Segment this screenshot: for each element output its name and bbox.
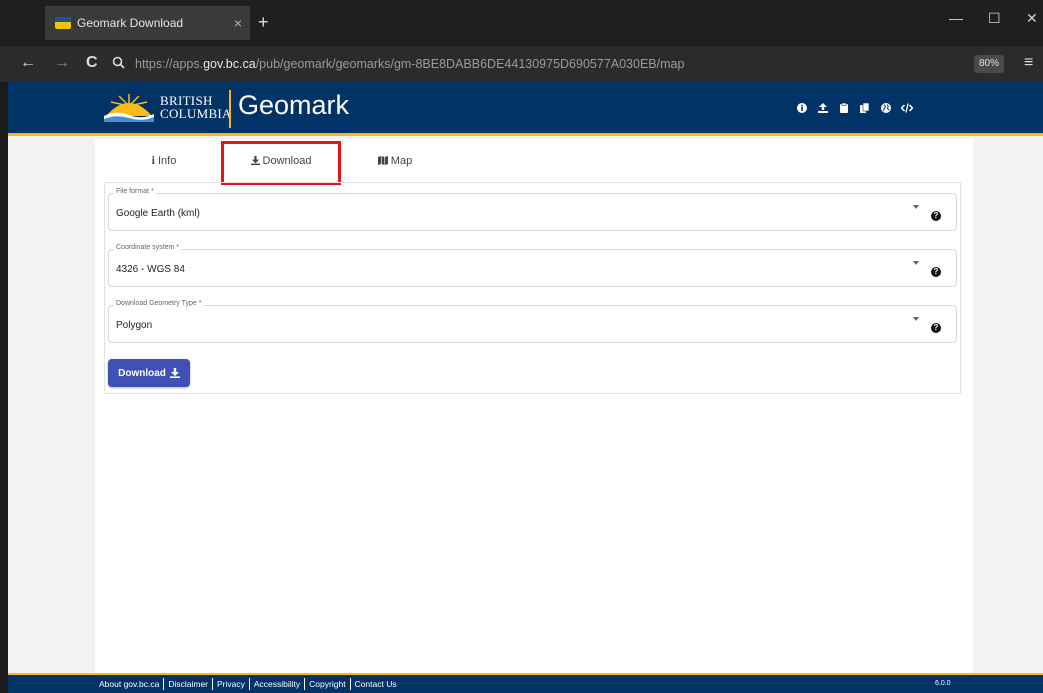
help-icon[interactable]: ? bbox=[931, 267, 941, 277]
help-icon[interactable]: ? bbox=[931, 323, 941, 333]
browser-tab[interactable]: Geomark Download × bbox=[45, 6, 250, 40]
footer-link-disclaimer[interactable]: Disclaimer bbox=[164, 679, 212, 689]
url-path: /pub/geomark/geomarks/gm-8BE8DABB6DE4413… bbox=[255, 57, 685, 71]
upload-icon[interactable] bbox=[812, 101, 833, 115]
info-circle-icon[interactable] bbox=[791, 101, 812, 115]
chevron-down-icon[interactable] bbox=[913, 317, 919, 321]
address-bar[interactable]: https://apps.gov.bc.ca/pub/geomark/geoma… bbox=[112, 52, 957, 76]
url-prefix: https://apps. bbox=[135, 57, 204, 71]
header-divider bbox=[229, 90, 231, 128]
close-window-button[interactable]: ✕ bbox=[1026, 10, 1038, 27]
coordinate-system-label: Coordinate system * bbox=[114, 244, 182, 251]
footer-link-copyright[interactable]: Copyright bbox=[305, 679, 349, 689]
tab-info-label: Info bbox=[157, 154, 177, 167]
footer-link-privacy[interactable]: Privacy bbox=[213, 679, 249, 689]
tab-info[interactable]: i Info bbox=[139, 139, 189, 182]
globe-icon[interactable] bbox=[875, 101, 896, 115]
site-header: BRITISH COLUMBIA Geomark bbox=[8, 82, 1043, 136]
site-footer: About gov.bc.ca Disclaimer Privacy Acces… bbox=[8, 673, 1043, 693]
org-line-2: COLUMBIA bbox=[160, 106, 232, 121]
clipboard-icon[interactable] bbox=[833, 101, 854, 115]
main-content: i Info Download Map File format * Google… bbox=[95, 139, 973, 673]
url-text: https://apps.gov.bc.ca/pub/geomark/geoma… bbox=[135, 57, 684, 71]
copy-icon[interactable] bbox=[854, 101, 875, 115]
file-format-select[interactable]: File format * Google Earth (kml) ? bbox=[108, 188, 957, 231]
new-tab-button[interactable]: + bbox=[258, 12, 269, 33]
tab-map[interactable]: Map bbox=[365, 139, 425, 182]
footer-link-accessibility[interactable]: Accessibility bbox=[250, 679, 304, 689]
url-domain: gov.bc.ca bbox=[203, 57, 256, 71]
section-tabs: i Info Download Map bbox=[95, 139, 973, 185]
file-format-label: File format * bbox=[114, 188, 156, 195]
back-button[interactable]: ← bbox=[20, 54, 36, 72]
header-toolbar bbox=[791, 101, 917, 115]
download-tab-highlight-box bbox=[221, 141, 341, 185]
geometry-type-value: Polygon bbox=[116, 320, 153, 331]
restore-button[interactable]: ☐ bbox=[988, 10, 1001, 27]
web-page: BRITISH COLUMBIA Geomark i Info Download… bbox=[8, 82, 1043, 693]
code-icon[interactable] bbox=[896, 101, 917, 115]
help-icon[interactable]: ? bbox=[931, 211, 941, 221]
map-icon bbox=[377, 156, 388, 165]
bc-logo-icon[interactable] bbox=[102, 92, 156, 124]
download-form: File format * Google Earth (kml) ? Coord… bbox=[104, 182, 961, 394]
tab-close-icon[interactable]: × bbox=[226, 15, 250, 31]
download-button[interactable]: Download bbox=[108, 359, 190, 387]
tab-map-label: Map bbox=[390, 154, 413, 167]
zoom-level-badge[interactable]: 80% bbox=[974, 55, 1004, 73]
geometry-type-select[interactable]: Download Geometry Type * Polygon ? bbox=[108, 300, 957, 343]
chevron-down-icon[interactable] bbox=[913, 261, 919, 265]
coordinate-system-value: 4326 - WGS 84 bbox=[116, 264, 185, 275]
download-icon bbox=[169, 368, 180, 378]
search-icon bbox=[112, 56, 125, 72]
reload-button[interactable]: C bbox=[86, 54, 98, 72]
browser-nav-bar: ← → C https://apps.gov.bc.ca/pub/geomark… bbox=[0, 46, 1043, 82]
coordinate-system-select[interactable]: Coordinate system * 4326 - WGS 84 ? bbox=[108, 244, 957, 287]
info-icon: i bbox=[151, 153, 155, 167]
footer-link-about[interactable]: About gov.bc.ca bbox=[95, 679, 163, 689]
minimize-button[interactable]: — bbox=[949, 10, 963, 26]
app-title: Geomark bbox=[238, 90, 350, 120]
chevron-down-icon[interactable] bbox=[913, 205, 919, 209]
geometry-type-label: Download Geometry Type * bbox=[114, 300, 204, 307]
forward-button[interactable]: → bbox=[54, 54, 70, 72]
footer-link-contact[interactable]: Contact Us bbox=[351, 679, 401, 689]
browser-tab-title: Geomark Download bbox=[77, 16, 184, 30]
browser-menu-button[interactable]: ≡ bbox=[1024, 54, 1033, 72]
bc-wordmark: BRITISH COLUMBIA bbox=[160, 94, 232, 120]
version-label: 6.0.0 bbox=[935, 680, 951, 687]
file-format-value: Google Earth (kml) bbox=[116, 208, 200, 219]
download-button-label: Download bbox=[118, 367, 166, 379]
footer-links: About gov.bc.ca Disclaimer Privacy Acces… bbox=[95, 678, 401, 690]
browser-tab-bar: Geomark Download × + — ☐ ✕ bbox=[0, 0, 1043, 46]
bc-favicon-icon bbox=[55, 17, 71, 29]
